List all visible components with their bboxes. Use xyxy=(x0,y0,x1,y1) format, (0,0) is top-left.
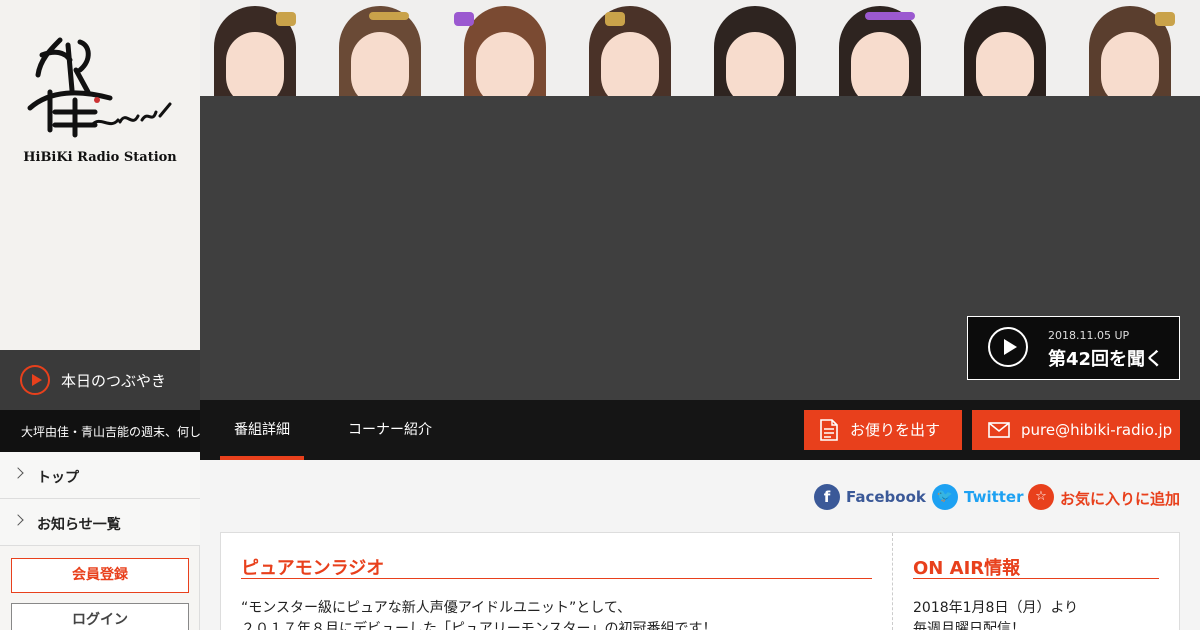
sidebar-item-news[interactable]: お知らせ一覧 xyxy=(0,499,200,546)
facebook-icon: f xyxy=(814,484,840,510)
send-letter-button[interactable]: お便りを出す xyxy=(804,410,962,450)
member-photo xyxy=(575,6,685,96)
onair-info-line: 2018年1月8日（月）より xyxy=(913,600,1079,616)
program-title-rule xyxy=(241,578,872,579)
add-favorite-label: お気に入りに追加 xyxy=(1060,490,1181,508)
tab-program-details[interactable]: 番組詳細 xyxy=(220,400,304,460)
sidebar-item-label: お知らせ一覧 xyxy=(37,517,121,533)
onair-info-line: 毎週月曜日配信！ xyxy=(913,621,1025,630)
document-icon xyxy=(820,419,838,441)
onair-title-rule xyxy=(913,578,1159,579)
chevron-right-icon xyxy=(12,514,24,526)
chevron-right-icon xyxy=(12,467,24,479)
play-circle-icon[interactable] xyxy=(988,327,1028,367)
sidebar-item-top[interactable]: トップ xyxy=(0,452,200,499)
play-circle-icon[interactable] xyxy=(20,365,50,395)
member-photo xyxy=(200,6,310,96)
member-photo xyxy=(1075,6,1185,96)
logo-caption: HiBiKi Radio Station xyxy=(23,150,177,165)
program-title: ピュアモンラジオ xyxy=(241,558,385,579)
sidebar: HiBiKi Radio Station 本日のつぶやき 大坪由佳・青山吉能の週… xyxy=(0,0,200,630)
member-photo xyxy=(325,6,435,96)
add-favorite-button[interactable]: ☆ お気に入りに追加 xyxy=(1028,484,1180,510)
tweet-ticker-text: 大坪由佳・青山吉能の週末、何し xyxy=(21,425,200,439)
member-photo xyxy=(700,6,810,96)
email-label: pure@hibiki-radio.jp xyxy=(1021,421,1173,439)
email-button[interactable]: pure@hibiki-radio.jp xyxy=(972,410,1180,450)
active-tab-indicator xyxy=(220,456,304,460)
facebook-label: Facebook xyxy=(846,488,926,506)
member-photo xyxy=(825,6,935,96)
twitter-label: Twitter xyxy=(964,488,1024,506)
episode-date: 2018.11.05 UP xyxy=(1048,329,1130,342)
member-photo xyxy=(950,6,1060,96)
envelope-icon xyxy=(988,422,1010,438)
hibiki-logo-mark xyxy=(27,37,172,138)
program-description-line: “モンスター級にピュアな新人声優アイドルユニット”として、 xyxy=(241,600,632,616)
tab-corner-intro[interactable]: コーナー紹介 xyxy=(334,400,446,460)
register-button[interactable]: 会員登録 xyxy=(11,558,189,593)
tweet-label: 本日のつぶやき xyxy=(61,372,167,390)
login-button[interactable]: ログイン xyxy=(11,603,189,630)
header-banner-image xyxy=(200,0,1200,96)
tweet-ticker[interactable]: 大坪由佳・青山吉能の週末、何し xyxy=(0,410,200,452)
twitter-bird-icon: 🐦 xyxy=(932,484,958,510)
sidebar-item-label: トップ xyxy=(37,470,79,486)
program-description-line: ２０１７年８月にデビューした「ピュアリーモンスター」の初冠番組です！ xyxy=(241,621,717,630)
card-divider xyxy=(892,533,893,630)
site-logo[interactable]: HiBiKi Radio Station xyxy=(0,0,200,350)
onair-title: ON AIR情報 xyxy=(913,558,1021,579)
send-letter-label: お便りを出す xyxy=(850,421,941,439)
facebook-share-button[interactable]: f Facebook xyxy=(814,484,926,510)
twitter-share-button[interactable]: 🐦 Twitter xyxy=(932,484,1024,510)
member-photo xyxy=(450,6,560,96)
listen-episode-label: 第42回を聞く xyxy=(1048,349,1164,370)
star-icon: ☆ xyxy=(1028,484,1054,510)
